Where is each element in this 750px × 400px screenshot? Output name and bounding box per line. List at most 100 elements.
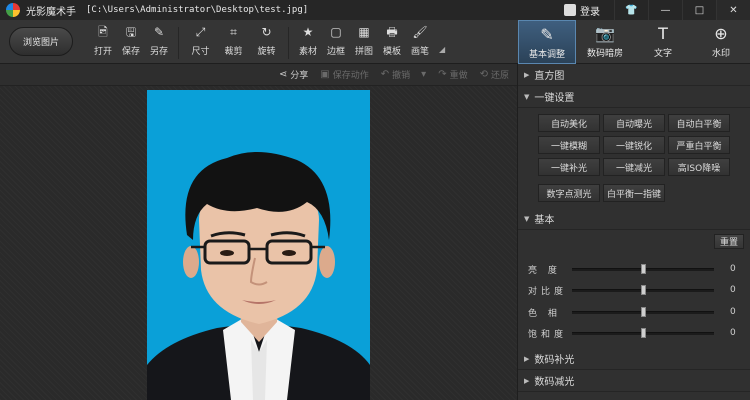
resize-button[interactable]: ⤢ 尺寸 <box>185 25 216 61</box>
auto-exposure-button[interactable]: 自动曝光 <box>603 114 665 132</box>
save-button[interactable]: 🖫 保存 <box>118 25 144 61</box>
rotate-icon: ↻ <box>261 25 272 39</box>
one-click-blur-button[interactable]: 一键模糊 <box>538 136 600 154</box>
tab-watermark[interactable]: ⊕ 水印 <box>692 20 750 64</box>
brightness-row: 亮 度 0 <box>528 262 743 276</box>
save-as-button[interactable]: ✎ 另存 <box>146 25 172 61</box>
basic-sliders: 重置 亮 度 0 对比度 0 色 相 0 饱和度 0 <box>518 230 750 348</box>
maximize-button[interactable]: □ <box>682 0 716 20</box>
tab-darkroom[interactable]: 📷 数码暗房 <box>576 20 634 64</box>
darkroom-icon: 📷 <box>595 24 615 43</box>
border-button[interactable]: ▢ 边框 <box>323 25 349 61</box>
minimize-button[interactable]: — <box>648 0 682 20</box>
saturation-row: 饱和度 0 <box>528 326 743 340</box>
slider-thumb[interactable] <box>641 327 646 338</box>
slider-value: 0 <box>730 307 736 317</box>
contrast-slider[interactable] <box>572 284 714 295</box>
spot-metering-button[interactable]: 数字点测光 <box>538 184 600 202</box>
slider-label: 亮 度 <box>528 265 561 276</box>
template-icon: 🖶 <box>386 25 398 39</box>
material-icon: ★ <box>302 25 314 39</box>
toolbar-divider <box>288 27 289 59</box>
app-name: 光影魔术手 <box>26 6 76 18</box>
text-icon: T <box>658 24 668 43</box>
white-balance-picker-button[interactable]: 白平衡一指键 <box>603 184 665 202</box>
slider-thumb[interactable] <box>641 306 646 317</box>
expand-arrow-icon: ▶ <box>524 376 530 385</box>
tab-text[interactable]: T 文字 <box>634 20 692 64</box>
high-iso-denoise-button[interactable]: 高ISO降噪 <box>668 158 730 176</box>
collapse-arrow-icon: ▼ <box>524 214 530 223</box>
save-action-icon: ▣ <box>320 69 330 80</box>
slider-thumb[interactable] <box>641 284 646 295</box>
slider-thumb[interactable] <box>641 263 646 274</box>
saturation-slider[interactable] <box>572 327 714 338</box>
browse-images-button[interactable]: 浏览图片 <box>9 27 73 56</box>
undo-dropdown-icon[interactable]: ▾ <box>421 69 426 80</box>
login-label: 登录 <box>580 6 600 18</box>
fill-light-button[interactable]: 一键补光 <box>538 158 600 176</box>
open-icon: 🖻 <box>98 25 108 39</box>
quick-settings-grid: 自动美化 自动曝光 自动白平衡 一键模糊 一键锐化 严重白平衡 一键补光 一键减… <box>518 108 750 176</box>
hue-slider[interactable] <box>572 306 714 317</box>
save-action-button[interactable]: ▣ 保存动作 <box>320 68 368 81</box>
quick-settings-row2: 数字点测光 白平衡一指键 <box>518 176 750 208</box>
open-button[interactable]: 🖻 打开 <box>90 25 116 61</box>
toolbar-divider <box>178 27 179 59</box>
close-button[interactable]: ✕ <box>716 0 750 20</box>
section-quick-settings[interactable]: ▼ 一键设置 <box>518 86 750 108</box>
template-button[interactable]: 🖶 模板 <box>379 25 405 61</box>
section-digital-fill-light[interactable]: ▶ 数码补光 <box>518 348 750 370</box>
auto-white-balance-button[interactable]: 自动白平衡 <box>668 114 730 132</box>
more-tools-icon[interactable]: ◢ <box>439 45 445 61</box>
brush-icon: 🖌 <box>412 25 428 39</box>
save-as-icon: ✎ <box>153 25 165 39</box>
app-logo-icon <box>6 3 20 17</box>
share-icon: ⋖ <box>278 69 288 80</box>
rotate-button[interactable]: ↻ 旋转 <box>251 25 282 61</box>
share-button[interactable]: ⋖ 分享 <box>279 68 308 81</box>
hue-row: 色 相 0 <box>528 305 743 319</box>
brush-button[interactable]: 🖌 画笔 <box>407 25 433 61</box>
skin-button[interactable]: 👕 <box>614 0 648 20</box>
restore-button[interactable]: ⟲ 还原 <box>480 68 509 81</box>
contrast-row: 对比度 0 <box>528 283 743 297</box>
action-bar: ⋖ 分享 ▣ 保存动作 ↶ 撤销 ▾ ↷ 重做 ⟲ 还原 <box>0 64 517 86</box>
slider-value: 0 <box>730 328 736 338</box>
crop-button[interactable]: ⌗ 裁剪 <box>218 25 249 61</box>
adjust-panel: ▶ 直方图 ▼ 一键设置 自动美化 自动曝光 自动白平衡 一键模糊 一键锐化 严… <box>517 64 750 400</box>
watermark-icon: ⊕ <box>714 24 728 43</box>
section-next[interactable]: ▶ 数码减光 <box>518 370 750 392</box>
section-histogram[interactable]: ▶ 直方图 <box>518 64 750 86</box>
tab-basic-adjust[interactable]: ✎ 基本调整 <box>518 20 576 64</box>
reduce-light-button[interactable]: 一键减光 <box>603 158 665 176</box>
border-icon: ▢ <box>330 25 342 39</box>
user-icon <box>564 4 576 16</box>
collapse-arrow-icon: ▼ <box>524 92 530 101</box>
reset-button[interactable]: 重置 <box>714 234 744 249</box>
redo-icon: ↷ <box>438 69 447 80</box>
file-path: [C:\Users\Administrator\Desktop\test.jpg… <box>86 5 309 15</box>
photo-preview[interactable] <box>147 90 370 400</box>
strong-white-balance-button[interactable]: 严重白平衡 <box>668 136 730 154</box>
login-button[interactable]: 登录 <box>564 3 600 18</box>
restore-icon: ⟲ <box>479 69 488 80</box>
slider-label: 对比度 <box>528 286 568 297</box>
save-icon: 🖫 <box>125 25 137 39</box>
section-basic[interactable]: ▼ 基本 <box>518 208 750 230</box>
brightness-slider[interactable] <box>572 263 714 274</box>
undo-button[interactable]: ↶ 撤销 ▾ <box>381 68 426 81</box>
panel-tabs: ✎ 基本调整 📷 数码暗房 T 文字 ⊕ 水印 <box>518 20 750 64</box>
canvas-area[interactable]: ⋖ 分享 ▣ 保存动作 ↶ 撤销 ▾ ↷ 重做 ⟲ 还原 <box>0 64 517 400</box>
slider-label: 色 相 <box>528 308 561 319</box>
material-button[interactable]: ★ 素材 <box>295 25 321 61</box>
auto-enhance-button[interactable]: 自动美化 <box>538 114 600 132</box>
crop-icon: ⌗ <box>230 25 237 39</box>
resize-icon: ⤢ <box>195 25 206 39</box>
one-click-sharpen-button[interactable]: 一键锐化 <box>603 136 665 154</box>
expand-arrow-icon: ▶ <box>524 70 530 79</box>
slider-label: 饱和度 <box>528 329 568 340</box>
collage-button[interactable]: ▦ 拼图 <box>351 25 377 61</box>
redo-button[interactable]: ↷ 重做 <box>438 68 467 81</box>
expand-arrow-icon: ▶ <box>524 354 530 363</box>
